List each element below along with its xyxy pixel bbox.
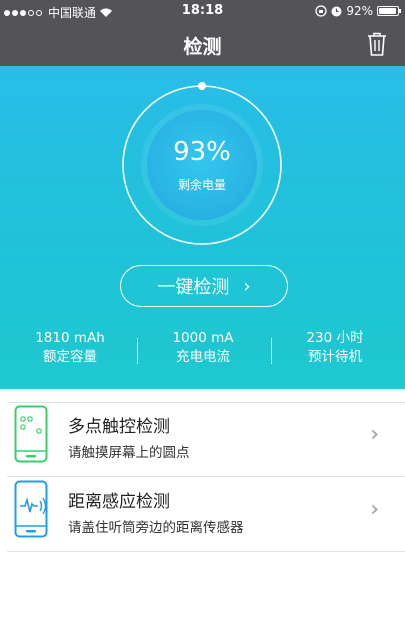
stat-charge-current: 1000 mA 充电电流 <box>143 329 263 367</box>
stat-divider <box>137 338 138 364</box>
proximity-sensor-phone-icon <box>14 480 48 538</box>
page-title: 检测 <box>183 36 222 58</box>
stat-label: 预计待机 <box>308 349 362 365</box>
multitouch-phone-icon <box>14 405 48 463</box>
battery-percent: 92% <box>346 4 373 18</box>
stat-label: 额定容量 <box>43 349 97 365</box>
battery-stats: 1810 mAh 额定容量 1000 mA 充电电流 230 小时 预计待机 <box>0 329 405 379</box>
list-item-subtitle: 请触摸屏幕上的圆点 <box>68 445 190 461</box>
battery-overview: 93% 剩余电量 一键检测 › 1810 mAh 额定容量 1000 mA 充电… <box>0 66 405 389</box>
chevron-right-icon: › <box>370 422 379 447</box>
chevron-right-icon: › <box>370 497 379 522</box>
chevron-right-icon: › <box>243 275 251 297</box>
battery-level-label: 剩余电量 <box>177 178 226 192</box>
stat-rated-capacity: 1810 mAh 额定容量 <box>10 329 130 367</box>
battery-icon <box>377 6 401 16</box>
nav-bar: 检测 <box>0 22 405 66</box>
rotation-lock-icon <box>315 5 327 17</box>
alarm-icon <box>331 6 342 16</box>
battery-level-value: 93% <box>173 137 231 167</box>
trash-icon[interactable] <box>365 31 389 57</box>
gauge-indicator-dot <box>198 82 206 90</box>
stat-divider <box>271 338 272 364</box>
one-key-check-label: 一键检测 <box>157 277 230 298</box>
stat-value: 1810 mAh <box>35 330 105 346</box>
stat-label: 充电电流 <box>176 349 230 365</box>
battery-fill <box>379 8 396 14</box>
list-item-subtitle: 请盖住听筒旁边的距离传感器 <box>68 520 244 536</box>
list-item-title: 多点触控检测 <box>68 417 170 437</box>
stat-value: 230 小时 <box>306 330 364 346</box>
list-item-proximity-test[interactable]: 距离感应检测 请盖住听筒旁边的距离传感器 › <box>0 477 405 549</box>
list-item-title: 距离感应检测 <box>68 492 170 512</box>
stat-standby-time: 230 小时 预计待机 <box>275 329 395 367</box>
status-bar: 中国联通 18:18 92% <box>0 0 405 22</box>
one-key-check-button[interactable]: 一键检测 › <box>120 265 288 307</box>
list-item-multitouch-test[interactable]: 多点触控检测 请触摸屏幕上的圆点 › <box>0 402 405 474</box>
list-divider <box>7 551 405 552</box>
stat-value: 1000 mA <box>172 330 234 346</box>
status-bar-right: 92% <box>315 4 401 18</box>
